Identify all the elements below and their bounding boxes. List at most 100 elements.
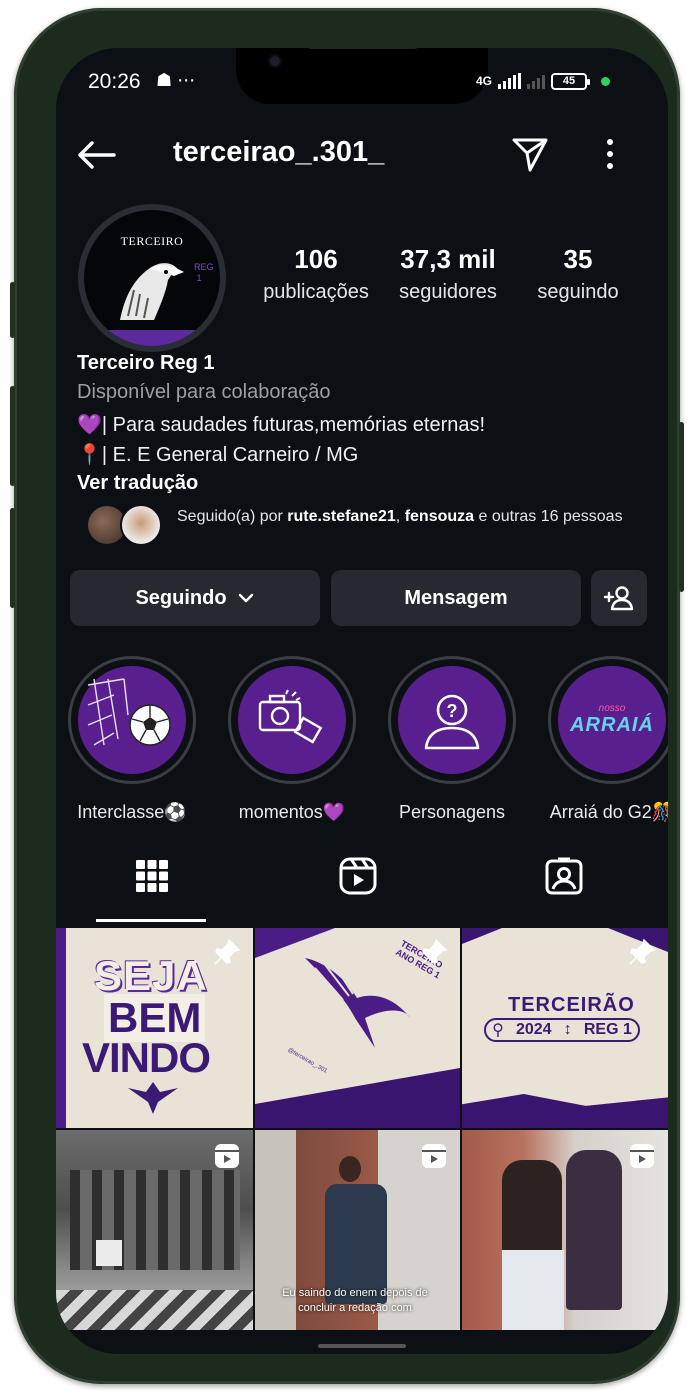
highlight-momentos[interactable]: momentos💜	[228, 656, 356, 823]
arraia-cover-small: nosso	[598, 703, 626, 714]
highlight-ring	[228, 656, 356, 784]
tile-3-arrow-icon: ↕	[563, 1021, 572, 1038]
followed-by-user-2: fensouza	[404, 508, 475, 525]
pinned-post-icon	[214, 938, 241, 965]
tile-3-year: 2024	[515, 1021, 552, 1038]
bio-line-2: 📍| E. E General Carneiro / MG	[77, 444, 359, 466]
action-button	[10, 282, 15, 338]
eagle-logo-icon	[120, 263, 184, 320]
tile-3-reg: REG 1	[583, 1021, 632, 1038]
battery-icon: 45	[551, 72, 591, 90]
volume-down-button	[10, 508, 15, 608]
active-tab-indicator	[96, 919, 206, 922]
tile-bottom-shape	[462, 1094, 668, 1128]
tab-posts-grid-icon[interactable]	[132, 856, 172, 896]
highlight-label: Interclasse⚽	[77, 802, 187, 822]
screen: 20:26 ☗ ⋯ 4G 45 terceirao_.301_ TERCEIRO…	[56, 48, 668, 1354]
tile-corner-shape	[462, 928, 502, 944]
followed-by-suffix: e outras 16 pessoas	[474, 508, 623, 525]
pinned-post-icon	[421, 938, 448, 965]
followed-by-user-1: rute.stefane21	[287, 508, 396, 525]
avatar-logo-text: TERCEIRO	[120, 234, 184, 248]
tile-3-title: TERCEIRÃO	[508, 994, 635, 1016]
highlight-interclasse[interactable]: Interclasse⚽	[68, 656, 196, 823]
eagle-illustration-icon	[305, 958, 410, 1048]
grid-post-5[interactable]: Eu saindo do enem depois de concluir a r…	[255, 1130, 460, 1330]
signal-2-icon	[527, 73, 546, 89]
message-button-label: Mensagem	[404, 586, 508, 609]
tile-3-key-icon: ⚲	[492, 1022, 504, 1039]
tile-3-pill: ⚲ 2024 ↕ REG 1	[484, 1018, 640, 1042]
followed-by-separator: ,	[395, 508, 405, 525]
highlight-arraia[interactable]: nosso ARRAIÁ Arraiá do G2🎊	[548, 656, 668, 823]
suggested-accounts-button[interactable]	[591, 570, 647, 626]
person-question-icon: ?	[424, 694, 480, 750]
network-type: 4G	[476, 74, 493, 88]
following-button[interactable]: Seguindo	[70, 570, 320, 626]
followers-count: 37,3 mil	[400, 244, 496, 274]
grid-post-1[interactable]: SEJA BEM VINDO	[56, 928, 253, 1128]
highlight-label: Personagens	[398, 802, 506, 822]
svg-text:?: ?	[447, 701, 458, 721]
highlight-cover: ?	[398, 666, 506, 774]
phone-frame: 20:26 ☗ ⋯ 4G 45 terceirao_.301_ TERCEIRO…	[10, 8, 684, 1384]
reel-icon	[422, 1144, 446, 1168]
following-count: 35	[563, 244, 593, 274]
status-time: 20:26	[88, 70, 141, 93]
highlight-ring: ?	[388, 656, 516, 784]
volume-up-button	[10, 386, 15, 486]
following-label: seguindo	[537, 281, 619, 303]
stat-posts[interactable]: 106 publicações	[252, 244, 380, 304]
profile-category: Disponível para colaboração	[77, 381, 331, 403]
reel-icon	[215, 1144, 239, 1168]
posts-label: publicações	[263, 281, 369, 303]
bio-line-1: 💜| Para saudades futuras,memórias eterna…	[77, 414, 486, 436]
share-profile-icon[interactable]	[510, 134, 550, 174]
highlight-cover	[78, 666, 186, 774]
followed-by-prefix: Seguido(a) por	[177, 508, 288, 525]
more-options-icon[interactable]	[604, 138, 616, 170]
avatar-side-text: REG 1	[194, 262, 214, 283]
grid-post-4[interactable]	[56, 1130, 253, 1330]
highlight-cover: nosso ARRAIÁ	[558, 666, 666, 774]
add-person-icon	[603, 586, 634, 611]
grid-post-2[interactable]: TERCEIRO ANO REG 1 @terceirao_.301	[255, 928, 460, 1128]
profile-avatar[interactable]: TERCEIRO REG 1	[78, 204, 226, 352]
camera-notch	[236, 48, 488, 104]
stat-followers[interactable]: 37,3 mil seguidores	[390, 244, 506, 304]
see-translation-link[interactable]: Ver tradução	[77, 472, 198, 495]
notification-icons: ☗ ⋯	[156, 70, 196, 90]
power-button	[679, 422, 684, 592]
grid-post-6[interactable]	[462, 1130, 668, 1330]
pinned-post-icon	[629, 938, 656, 965]
profile-username: terceirao_.301_	[173, 136, 385, 168]
highlight-ring: nosso ARRAIÁ	[548, 656, 668, 784]
home-indicator[interactable]	[318, 1344, 406, 1348]
photo-box-shape	[96, 1240, 122, 1266]
message-button[interactable]: Mensagem	[331, 570, 581, 626]
following-button-label: Seguindo	[135, 586, 227, 609]
tile-1-line-3: VINDO	[82, 1034, 211, 1081]
avatar-image: TERCEIRO REG 1	[84, 210, 220, 346]
tile-edge-stripe	[56, 928, 66, 1128]
tile-bottom-shape	[255, 1068, 460, 1128]
followers-label: seguidores	[399, 281, 497, 303]
stat-following[interactable]: 35 seguindo	[524, 244, 632, 304]
followed-by-text[interactable]: Seguido(a) por rute.stefane21, fensouza …	[177, 506, 637, 528]
signal-icon	[498, 73, 522, 89]
highlight-personagens[interactable]: ? Personagens	[388, 656, 516, 823]
followed-by-avatars[interactable]	[86, 504, 166, 548]
highlight-label: Arraiá do G2🎊	[549, 802, 668, 822]
tab-reels-icon[interactable]	[338, 856, 378, 896]
follower-avatar-2	[120, 504, 162, 546]
soccer-ball-icon	[87, 678, 171, 746]
tab-tagged-icon[interactable]	[544, 856, 584, 896]
privacy-indicator-icon	[601, 76, 611, 86]
grid-post-3[interactable]: TERCEIRÃO ⚲ 2024 ↕ REG 1	[462, 928, 668, 1128]
arraia-cover-text: ARRAIÁ	[570, 714, 654, 736]
avatar-band	[84, 330, 220, 346]
highlight-cover	[238, 666, 346, 774]
back-arrow-icon[interactable]	[76, 140, 116, 170]
status-right-icons: 4G 45	[476, 70, 611, 92]
photo-person-2-shape	[566, 1150, 622, 1310]
